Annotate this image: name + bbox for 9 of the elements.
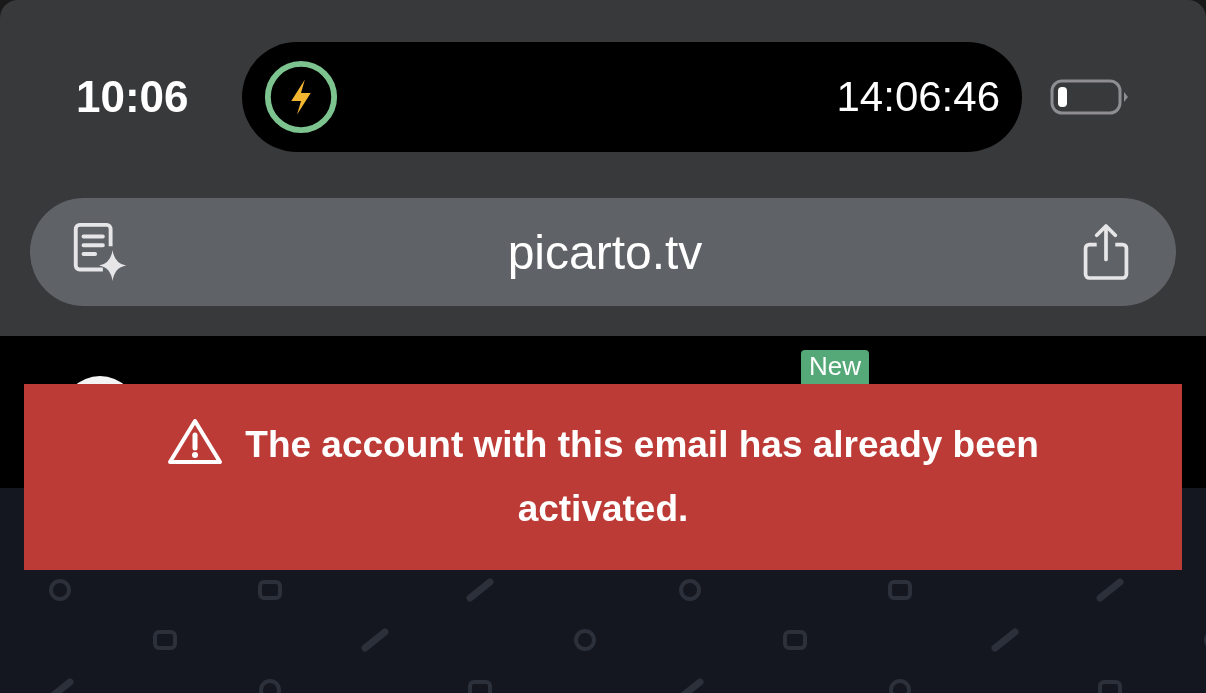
url-text: picarto.tv [507, 224, 703, 280]
alert-message: The account with this email has already been activated. [123, 413, 1083, 541]
battery-icon [1050, 77, 1130, 117]
warning-icon [167, 417, 223, 465]
charging-icon [262, 58, 340, 136]
status-time: 10:06 [76, 72, 190, 122]
live-activity[interactable]: 14:06:46 [242, 42, 1022, 152]
address-bar[interactable]: picarto.tv [30, 198, 1176, 306]
elapsed-time: 14:06:46 [836, 73, 1000, 121]
